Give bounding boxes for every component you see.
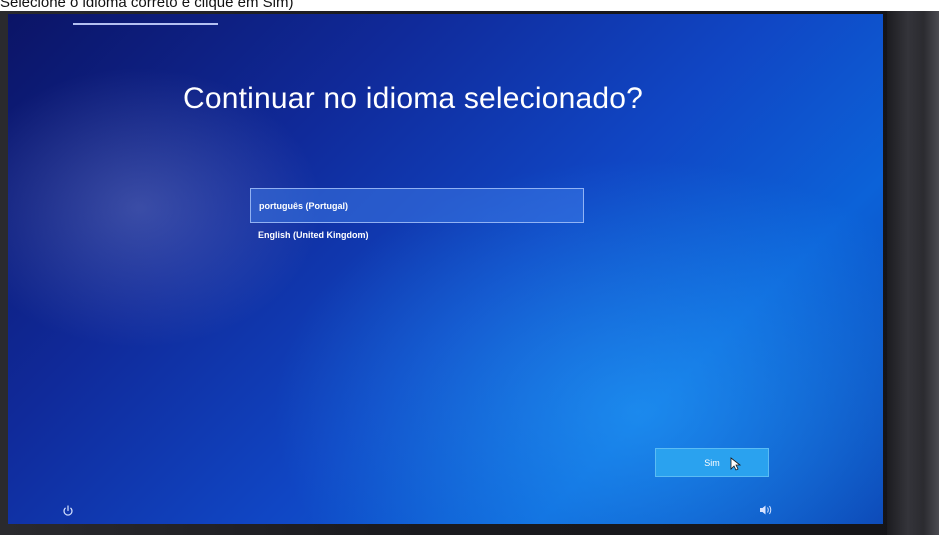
yes-button-label: Sim bbox=[704, 458, 720, 468]
yes-button[interactable]: Sim bbox=[655, 448, 769, 477]
photo-page: Selecione o idioma correto e clique em S… bbox=[0, 0, 939, 535]
language-list: português (Portugal) English (United Kin… bbox=[250, 188, 584, 246]
progress-indicator bbox=[73, 23, 218, 25]
volume-icon[interactable] bbox=[759, 504, 773, 516]
monitor-side bbox=[887, 11, 939, 535]
power-icon[interactable] bbox=[62, 505, 74, 517]
setup-screen: Continuar no idioma selecionado? portugu… bbox=[8, 14, 883, 524]
language-option-label: English (United Kingdom) bbox=[258, 230, 369, 240]
language-option-english[interactable]: English (United Kingdom) bbox=[250, 224, 584, 246]
page-title: Continuar no idioma selecionado? bbox=[183, 82, 644, 115]
language-option-label: português (Portugal) bbox=[259, 201, 348, 211]
mouse-pointer-icon bbox=[730, 457, 742, 471]
language-option-portuguese[interactable]: português (Portugal) bbox=[250, 188, 584, 223]
